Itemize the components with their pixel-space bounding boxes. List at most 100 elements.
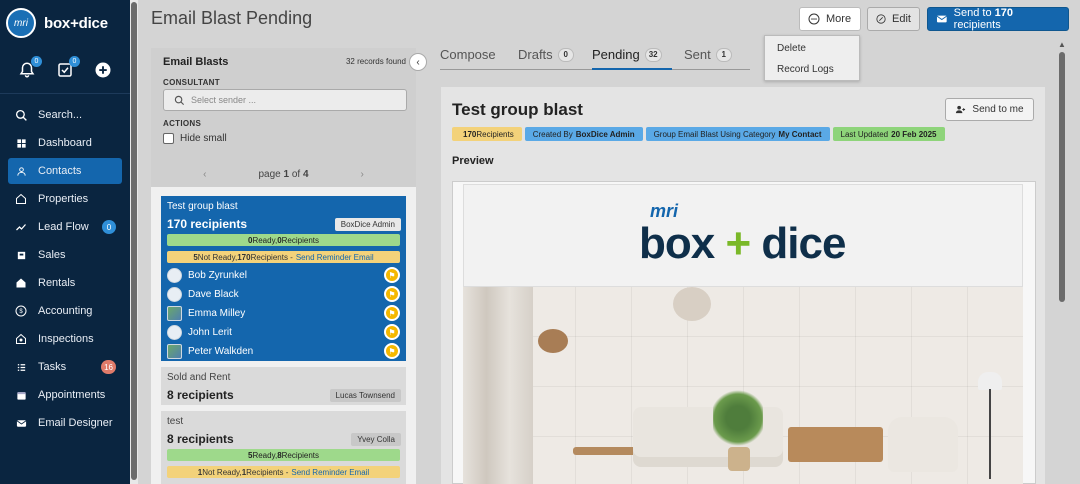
- next-page-icon[interactable]: ›: [361, 169, 364, 180]
- bell-icon[interactable]: 0: [16, 55, 42, 81]
- email-preview-frame: mri box + dice: [452, 181, 1036, 484]
- sidebar-scroll-thumb[interactable]: [131, 2, 137, 480]
- actions-label: ACTIONS: [163, 119, 202, 128]
- menu-item-record-logs[interactable]: Record Logs: [765, 60, 859, 78]
- scroll-up-icon[interactable]: ▲: [1058, 40, 1066, 49]
- flag-icon[interactable]: ⚑: [384, 324, 400, 340]
- preview-scroll-thumb[interactable]: [1059, 52, 1065, 302]
- blast-item[interactable]: test 8 recipients Yvey Colla 5 Ready, 8 …: [161, 411, 406, 484]
- not-ready-bar: 5 Not Ready, 170 Recipients - Send Remin…: [167, 251, 400, 263]
- recipient-name: Emma Milley: [188, 307, 246, 319]
- sidebar-item-contacts[interactable]: Contacts: [8, 158, 122, 184]
- blast-item[interactable]: Sold and Rent 8 recipients Lucas Townsen…: [161, 367, 406, 405]
- recipient-row[interactable]: Emma Milley ⚑: [167, 304, 400, 322]
- blast-owner: BoxDice Admin: [334, 218, 401, 231]
- tab-pending[interactable]: Pending 32: [592, 47, 662, 62]
- send-to-me-label: Send to me: [972, 104, 1024, 115]
- edit-icon: [876, 14, 886, 24]
- sidebar-item-label: Lead Flow: [38, 221, 89, 233]
- tab-sent[interactable]: Sent 1: [684, 47, 732, 62]
- sidebar-item-lead-flow[interactable]: Lead Flow 0: [8, 214, 122, 240]
- avatar: [167, 324, 182, 340]
- email-blasts-panel: Email Blasts 32 records found CONSULTANT…: [151, 48, 416, 484]
- edit-button[interactable]: Edit: [867, 7, 920, 31]
- sidebar-item-appointments[interactable]: Appointments: [8, 382, 122, 408]
- sidebar-item-accounting[interactable]: $ Accounting: [8, 298, 122, 324]
- blast-title: test: [167, 416, 184, 427]
- task-check-icon[interactable]: 0: [54, 55, 80, 81]
- sidebar-item-label: Inspections: [38, 333, 94, 345]
- sidebar-item-inspections[interactable]: Inspections: [8, 326, 122, 352]
- hide-small-checkbox[interactable]: [163, 133, 174, 144]
- flag-icon[interactable]: ⚑: [384, 305, 400, 321]
- records-found: 32 records found: [345, 57, 406, 66]
- sidebar-item-label: Properties: [38, 193, 89, 205]
- sent-count: 1: [715, 47, 732, 62]
- sidebar-item-label: Tasks: [38, 361, 67, 373]
- recipient-row[interactable]: Bob Zyrunkel ⚑: [167, 266, 400, 284]
- pager: ‹ page 1 of 4 ›: [151, 169, 416, 180]
- sidebar-nav: Search... Dashboard Contacts Properties Lead…: [0, 94, 130, 436]
- sidebar-item-email-designer[interactable]: Email Designer: [8, 410, 122, 436]
- blast-title: Sold and Rent: [167, 372, 231, 383]
- flag-icon[interactable]: ⚑: [384, 286, 400, 302]
- hide-small-toggle[interactable]: Hide small: [163, 133, 227, 144]
- sidebar-scrollbar[interactable]: [130, 0, 138, 484]
- blast-owner: Lucas Townsend: [329, 389, 401, 402]
- pending-count: 32: [644, 47, 662, 62]
- sidebar-item-dashboard[interactable]: Dashboard: [8, 130, 122, 156]
- email-header-logo: mri box + dice: [463, 184, 1023, 287]
- flag-icon[interactable]: ⚑: [384, 267, 400, 283]
- sidebar-item-label: Appointments: [38, 389, 106, 401]
- sidebar-item-search[interactable]: Search...: [8, 102, 122, 128]
- recipient-row[interactable]: Peter Walkden ⚑: [167, 342, 400, 360]
- menu-item-delete[interactable]: Delete: [765, 39, 859, 57]
- collapse-panel-icon[interactable]: ‹: [409, 53, 427, 71]
- panel-title: Email Blasts: [163, 56, 229, 68]
- home-icon: [14, 192, 28, 206]
- contacts-icon: [14, 164, 28, 178]
- sales-icon: [14, 248, 28, 262]
- sidebar-item-label: Contacts: [38, 165, 82, 177]
- brand[interactable]: mri box+dice: [0, 0, 130, 46]
- ready-bar: 5 Ready, 8 Recipients: [167, 449, 400, 461]
- add-circle-icon[interactable]: [92, 59, 114, 81]
- send-reminder-link[interactable]: Send Reminder Email: [291, 468, 369, 477]
- svg-text:$: $: [19, 309, 23, 315]
- flag-icon[interactable]: ⚑: [384, 343, 400, 359]
- rentals-icon: [14, 276, 28, 290]
- email-hero-image: [463, 287, 1023, 484]
- tab-compose[interactable]: Compose: [440, 47, 496, 62]
- sidebar-item-properties[interactable]: Properties: [8, 186, 122, 212]
- sender-placeholder: Select sender ...: [191, 95, 257, 105]
- send-to-recipients-button[interactable]: Send to 170 recipients: [927, 7, 1069, 31]
- preview-title: Test group blast: [452, 100, 583, 119]
- sidebar-item-rentals[interactable]: Rentals: [8, 270, 122, 296]
- blast-owner: Yvey Colla: [351, 433, 401, 446]
- blast-item-selected[interactable]: Test group blast 170 recipients BoxDice …: [161, 196, 406, 361]
- preview-scrollbar[interactable]: ▲: [1057, 40, 1067, 484]
- sidebar-item-label: Email Designer: [38, 417, 113, 429]
- logo-mark: mri: [6, 8, 36, 38]
- blast-meta-chips: 170 Recipients Created By BoxDice Admin Gr…: [452, 127, 945, 141]
- meta-chip: Last Updated 20 Feb 2025: [832, 127, 945, 141]
- send-to-me-button[interactable]: Send to me: [945, 98, 1034, 121]
- sidebar-item-tasks[interactable]: Tasks 16: [8, 354, 122, 380]
- edit-label: Edit: [892, 13, 911, 25]
- notifications-badge: 0: [31, 55, 42, 67]
- more-button[interactable]: More: [799, 7, 861, 31]
- prev-page-icon[interactable]: ‹: [203, 169, 206, 180]
- brand-name: box+dice: [44, 14, 108, 32]
- send-reminder-link[interactable]: Send Reminder Email: [296, 253, 374, 262]
- page-header: Email Blast Pending More Edit Send to 17…: [138, 0, 1080, 38]
- sidebar-item-sales[interactable]: Sales: [8, 242, 122, 268]
- accounting-icon: $: [14, 304, 28, 318]
- active-tab-indicator: [592, 68, 672, 70]
- tab-drafts[interactable]: Drafts 0: [518, 47, 574, 62]
- recipient-row[interactable]: Dave Black ⚑: [167, 285, 400, 303]
- sender-select[interactable]: Select sender ...: [163, 89, 407, 111]
- recipient-row[interactable]: John Lerit ⚑: [167, 323, 400, 341]
- recipient-name: John Lerit: [188, 326, 232, 338]
- quick-icons: 0 0: [0, 46, 130, 94]
- blast-list: Test group blast 170 recipients BoxDice …: [151, 187, 416, 484]
